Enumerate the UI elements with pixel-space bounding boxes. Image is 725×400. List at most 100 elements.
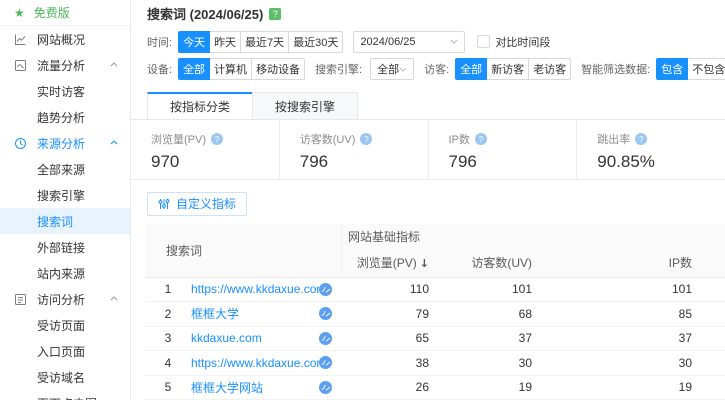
smart-exclude-button[interactable]: 不包含	[687, 58, 725, 81]
sidebar-item-all-sources[interactable]: 全部来源	[0, 156, 130, 182]
custom-metrics-button[interactable]: 自定义指标	[147, 191, 247, 216]
sidebar-item-label: 全部来源	[37, 162, 86, 177]
sidebar-version-badge[interactable]: ★ 免费版	[0, 0, 130, 26]
sidebar-item-source-analysis[interactable]: 来源分析	[0, 130, 130, 156]
sidebar-item-label: 搜索词	[37, 214, 74, 229]
keyword-link[interactable]: kkdaxue.com	[191, 331, 319, 345]
uv-value: 30	[518, 355, 532, 370]
visitor-all-button[interactable]: 全部	[455, 58, 488, 81]
compare-period-checkbox[interactable]	[477, 35, 491, 49]
keyword-link[interactable]: 框框大学	[191, 305, 319, 322]
sidebar-item-label: 实时访客	[37, 84, 86, 99]
info-icon[interactable]: ?	[474, 133, 487, 146]
chevron-up-icon	[110, 140, 118, 145]
time-last7days-button[interactable]: 最近7天	[240, 30, 290, 53]
column-keyword: 搜索词	[145, 223, 342, 277]
segment-filter-row: 设备: 全部 计算机 移动设备 搜索引擎: 全部 访客: 全部 新访客 老访客 …	[131, 56, 725, 84]
sliders-icon	[158, 198, 170, 209]
sidebar-item-site-overview[interactable]: 网站概况	[0, 26, 130, 52]
time-last30days-button[interactable]: 最近30天	[288, 30, 344, 53]
search-engine-icon[interactable]	[319, 380, 342, 394]
table-row: 4 https://www.kkdaxue.com/ 38 30 30	[145, 351, 725, 376]
sidebar-item-label: 趋势分析	[37, 110, 86, 125]
sidebar-item-visited-domains[interactable]: 受访域名	[0, 364, 130, 390]
sidebar-item-search-engines[interactable]: 搜索引擎	[0, 182, 130, 208]
search-engine-icon[interactable]	[319, 282, 342, 296]
report-tabs: 按指标分类 按搜索引擎	[131, 92, 725, 121]
sidebar-item-label: 流量分析	[37, 58, 86, 73]
tab-by-search-engine[interactable]: 按搜索引擎	[252, 92, 359, 120]
sidebar-item-page-click-map[interactable]: 页面点击图	[0, 390, 130, 400]
metric-ip-value: 796	[448, 152, 477, 172]
sidebar-item-label: 来源分析	[37, 136, 86, 151]
sidebar-item-label: 受访页面	[37, 318, 86, 333]
search-engine-icon[interactable]	[319, 331, 342, 345]
time-yesterday-button[interactable]: 昨天	[209, 30, 242, 53]
ip-value: 101	[671, 282, 692, 297]
info-icon[interactable]: ?	[635, 133, 648, 146]
metric-bounce-rate: 跳出率? 90.85%	[576, 120, 725, 179]
column-group-site-metrics: 网站基础指标	[348, 229, 421, 244]
rank: 5	[164, 380, 172, 395]
engine-select[interactable]: 全部	[370, 58, 415, 81]
smart-filter-group: 包含 不包含	[656, 58, 725, 81]
device-mobile-button[interactable]: 移动设备	[251, 58, 306, 81]
metric-bounce-rate-value: 90.85%	[597, 152, 655, 172]
info-icon[interactable]: ?	[360, 133, 373, 146]
metric-uv-label: 访客数(UV)	[299, 134, 356, 147]
keyword-link[interactable]: https://www.kkdaxue.com/	[191, 356, 319, 370]
device-computer-button[interactable]: 计算机	[209, 58, 253, 81]
sidebar-item-internal-sources[interactable]: 站内来源	[0, 260, 130, 286]
search-engine-icon[interactable]	[319, 356, 342, 370]
visitor-group: 全部 新访客 老访客	[455, 58, 572, 81]
sidebar-item-label: 受访域名	[37, 370, 86, 385]
table-row: 3 kkdaxue.com 65 37 37	[145, 327, 725, 352]
ip-value: 19	[678, 380, 692, 395]
column-pv[interactable]: 浏览量(PV) ↓	[342, 254, 429, 271]
keyword-link[interactable]: https://www.kkdaxue.com	[191, 282, 319, 296]
metric-uv-value: 796	[299, 152, 329, 172]
keyword-link[interactable]: 框框大学网站	[191, 379, 319, 396]
tab-by-metric[interactable]: 按指标分类	[147, 92, 254, 120]
sidebar-item-traffic-analysis[interactable]: 流量分析	[0, 52, 130, 78]
column-uv[interactable]: 访客数(UV)	[429, 254, 532, 271]
table-row: 2 框框大学 79 68 85	[145, 302, 725, 327]
sidebar-item-entry-pages[interactable]: 入口页面	[0, 338, 130, 364]
device-all-button[interactable]: 全部	[178, 58, 211, 81]
metric-summary: 浏览量(PV)? 970 访客数(UV)? 796 IP数? 796 跳出率? …	[131, 120, 725, 180]
info-icon[interactable]: ?	[211, 133, 223, 146]
sidebar-item-realtime-visitors[interactable]: 实时访客	[0, 78, 130, 104]
column-ip[interactable]: IP数	[532, 254, 692, 271]
chevron-down-icon	[399, 67, 407, 72]
sidebar-item-search-terms[interactable]: 搜索词	[0, 208, 130, 234]
smart-filter-label: 智能筛选数据:	[581, 64, 651, 77]
uv-value: 37	[518, 331, 532, 346]
time-filter-row: 时间: 今天 昨天 最近7天 最近30天 2024/06/25 对比时间段	[131, 28, 725, 56]
engine-filter-label: 搜索引擎:	[315, 64, 363, 77]
visitor-filter-label: 访客:	[424, 64, 450, 77]
engine-select-value: 全部	[377, 64, 400, 77]
sort-desc-icon[interactable]: ↓	[420, 257, 429, 270]
sidebar-item-visit-analysis[interactable]: 访问分析	[0, 286, 130, 312]
table-row: 1 https://www.kkdaxue.com 110 101 101	[145, 278, 725, 303]
help-icon[interactable]: ?	[269, 7, 282, 20]
sidebar-item-trend-analysis[interactable]: 趋势分析	[0, 104, 130, 130]
smart-include-button[interactable]: 包含	[656, 58, 689, 81]
ip-value: 37	[678, 331, 692, 346]
visitor-new-button[interactable]: 新访客	[486, 58, 530, 81]
sidebar-item-label: 外部链接	[37, 240, 86, 255]
metric-pv-label: 浏览量(PV)	[151, 134, 206, 147]
rank: 1	[164, 282, 172, 297]
sidebar-item-external-links[interactable]: 外部链接	[0, 234, 130, 260]
uv-value: 19	[518, 380, 532, 395]
sidebar-item-label: 页面点击图	[37, 395, 97, 400]
version-label: 免费版	[33, 6, 70, 20]
pv-value: 38	[415, 355, 429, 370]
visitor-returning-button[interactable]: 老访客	[528, 58, 572, 81]
metric-uv: 访客数(UV)? 796	[278, 120, 428, 179]
time-today-button[interactable]: 今天	[178, 30, 211, 53]
date-picker[interactable]: 2024/06/25	[353, 30, 466, 53]
sidebar-item-visited-pages[interactable]: 受访页面	[0, 312, 130, 338]
search-engine-icon[interactable]	[319, 307, 342, 321]
source-analysis-icon	[14, 137, 27, 150]
